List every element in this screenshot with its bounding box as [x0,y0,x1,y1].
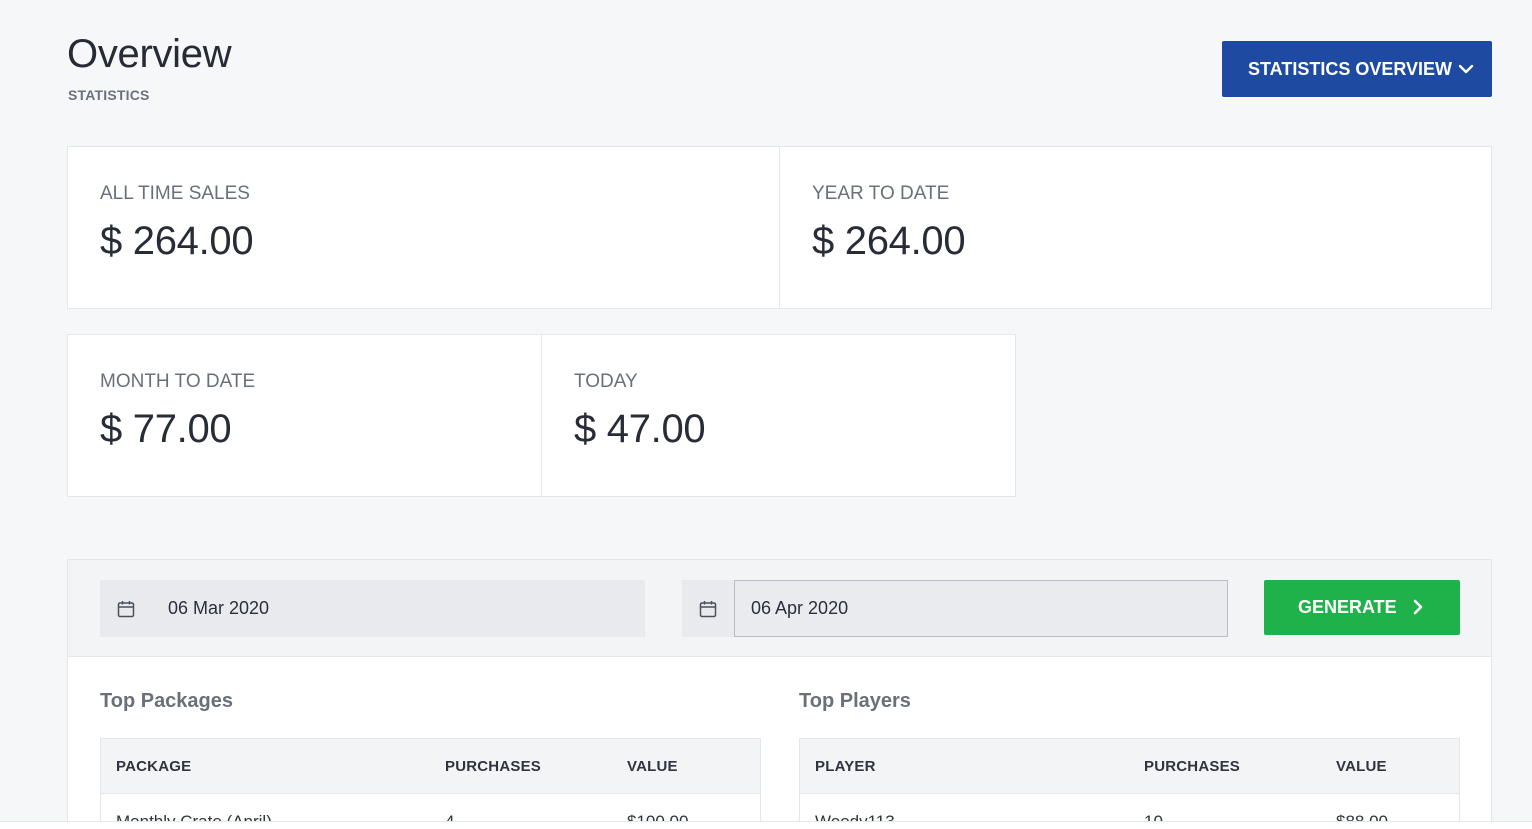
column-header-value[interactable]: VALUE [1336,758,1387,775]
top-packages-title: Top Packages [100,690,234,712]
column-header-purchases[interactable]: PURCHASES [1144,758,1240,775]
generate-label: GENERATE [1298,597,1397,617]
table-header: PACKAGE PURCHASES VALUE [101,739,760,794]
statistics-page: Overview STATISTICS STATISTICS OVERVIEW … [0,0,1532,829]
calendar-icon[interactable] [682,580,734,637]
stat-value: $ 264.00 [100,219,254,263]
column-header-package[interactable]: PACKAGE [116,758,191,775]
calendar-icon[interactable] [100,580,152,637]
statistics-overview-dropdown[interactable]: STATISTICS OVERVIEW [1222,41,1492,97]
page-title: Overview [67,32,232,76]
stat-value: $ 77.00 [100,407,232,451]
page-subtitle: STATISTICS [68,87,150,103]
report-panel: GENERATE Top Packages Top Players PACKAG… [67,559,1492,829]
viewport-edge [0,821,1532,829]
top-players-title: Top Players [799,690,911,712]
chevron-right-icon [1413,599,1423,615]
start-date-field[interactable] [100,580,645,637]
start-date-input[interactable] [152,580,645,637]
column-header-value[interactable]: VALUE [627,758,678,775]
chevron-down-icon [1458,64,1474,74]
stat-card-today: TODAY $ 47.00 [541,334,1016,497]
stat-value: $ 47.00 [574,407,706,451]
top-packages-table: PACKAGE PURCHASES VALUE Monthly Crate (A… [100,738,761,829]
column-header-purchases[interactable]: PURCHASES [445,758,541,775]
stat-label: ALL TIME SALES [100,183,250,204]
top-players-table: PLAYER PURCHASES VALUE Woody113 10 $88.0… [799,738,1460,829]
dropdown-label: STATISTICS OVERVIEW [1248,58,1453,79]
stat-label: MONTH TO DATE [100,371,256,392]
stat-card-month-to-date: MONTH TO DATE $ 77.00 [67,334,542,497]
stat-value: $ 264.00 [812,219,966,263]
table-header: PLAYER PURCHASES VALUE [800,739,1459,794]
end-date-field[interactable] [682,580,1228,637]
stat-label: TODAY [574,371,638,392]
stat-label: YEAR TO DATE [812,183,950,204]
stat-card-year-to-date: YEAR TO DATE $ 264.00 [779,146,1492,309]
generate-button[interactable]: GENERATE [1264,580,1460,635]
stat-card-all-time-sales: ALL TIME SALES $ 264.00 [67,146,780,309]
column-header-player[interactable]: PLAYER [815,758,876,775]
end-date-input[interactable] [734,580,1228,637]
date-range-bar: GENERATE [68,560,1491,657]
